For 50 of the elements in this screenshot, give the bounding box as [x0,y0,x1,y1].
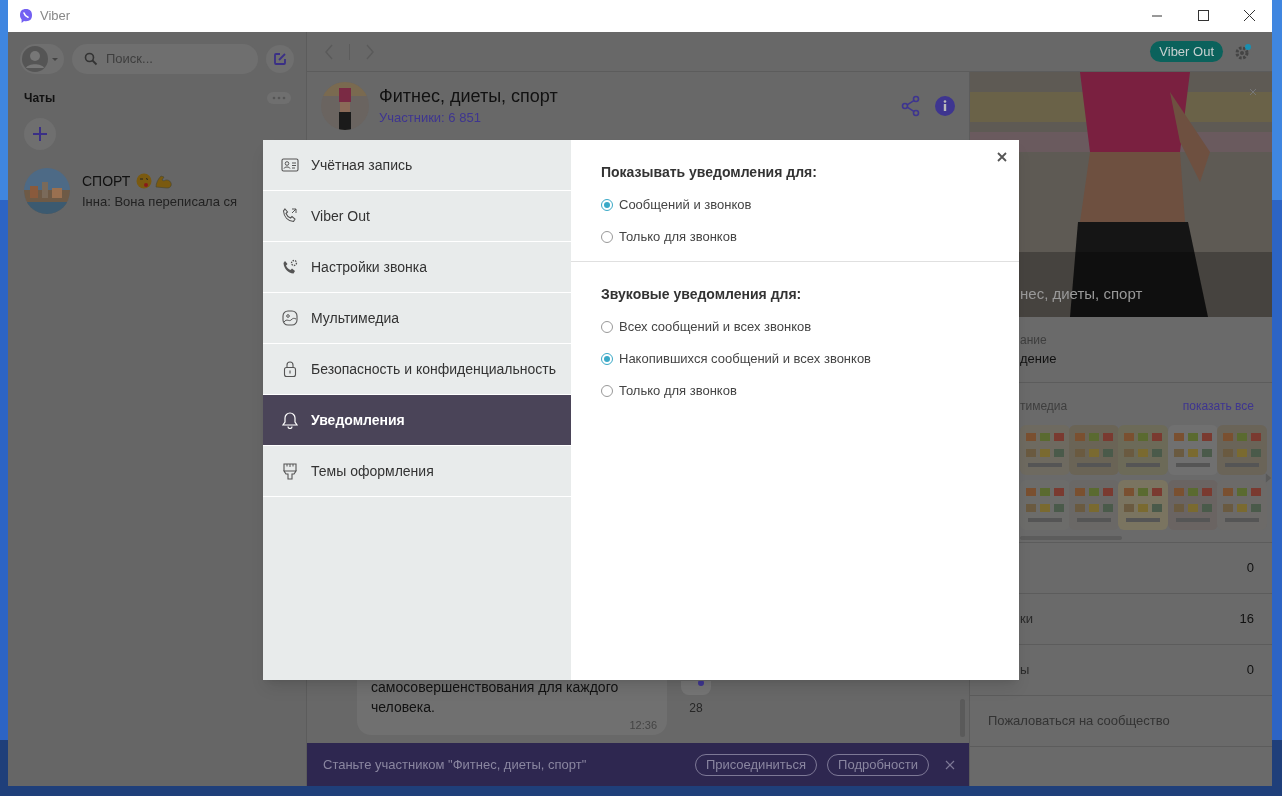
close-icon[interactable] [997,152,1007,162]
lock-icon [281,360,299,378]
section-heading: Звуковые уведомления для: [601,285,803,304]
compose-icon [273,52,287,66]
share-bubble-icon[interactable] [681,681,711,695]
stat-value: 16 [1239,610,1254,629]
image-icon [281,309,299,327]
radio-option[interactable]: Всех сообщений и всех звонков [601,311,989,343]
settings-menu-item[interactable]: Учётная запись [263,140,571,191]
stat-label: ы [1020,661,1030,680]
more-button[interactable] [267,92,291,104]
profile-button[interactable] [20,44,64,74]
chat-preview: Інна: Вона переписала ся [82,192,238,211]
paintbrush-icon [281,462,299,480]
message-text: самосовершенствования для каждого человека. [371,677,620,717]
kiss-face-icon [136,173,153,190]
contact-card-icon [281,156,299,174]
bell-icon [281,411,299,429]
stat-value: 0 [1246,661,1254,680]
radio-option[interactable]: Накопившихся сообщений и всех звонков [601,343,989,375]
search-icon [84,52,98,66]
section-title: Чаты [24,90,56,107]
radio-option[interactable]: Только для звонков [601,375,989,407]
section-heading: Показывать уведомления для: [601,163,818,182]
share-icon[interactable] [901,95,921,117]
info-icon[interactable] [935,96,955,116]
chat-title: Фитнес, диеты, спорт [379,85,558,109]
window-title: Viber [40,7,71,26]
settings-menu-item[interactable]: Уведомления [263,395,571,446]
settings-icon[interactable] [1234,42,1252,61]
radio-option[interactable]: Только для звонков [601,221,989,253]
phone-arrow-icon [281,207,299,225]
share-count: 28 [689,700,703,717]
description-value: дение [1020,349,1058,368]
phone-gear-icon [281,258,299,276]
banner-text: Станьте участником "Фитнес, диеты, спорт" [323,755,587,774]
plus-icon [32,126,48,142]
radio-option[interactable]: Сообщений и звонков [601,189,989,221]
close-icon[interactable] [945,759,955,770]
stat-value: 0 [1246,559,1254,578]
viber-logo-icon [18,8,34,24]
cover-title: нес, диеты, спорт [1020,283,1143,304]
stat-label: ки [1020,610,1033,629]
next-arrow-icon[interactable] [1264,471,1272,484]
flexed-arm-icon [154,173,173,190]
compose-button[interactable] [266,45,294,73]
new-chat-button[interactable] [24,118,56,150]
avatar-icon [22,46,48,72]
chat-name: СПОРТ [82,171,131,191]
viber-out-button[interactable]: Viber Out [1150,41,1223,62]
